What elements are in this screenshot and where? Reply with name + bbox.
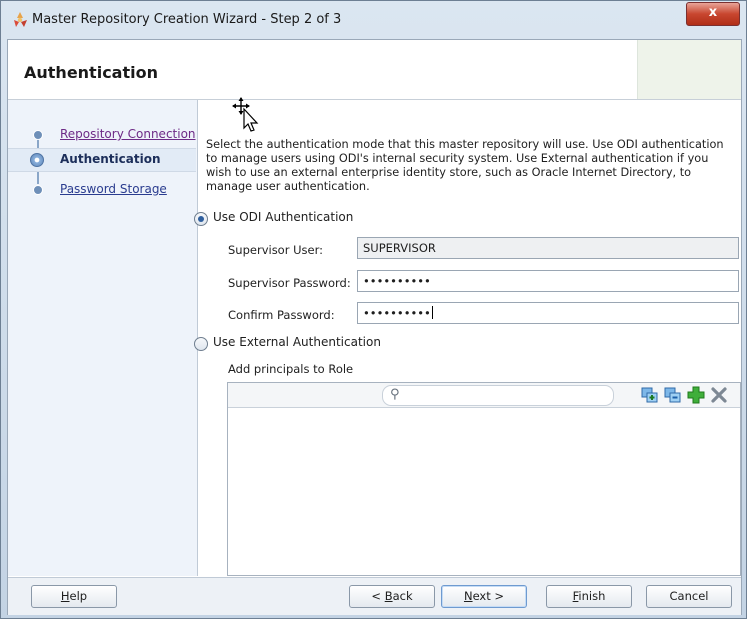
nav-label[interactable]: Password Storage (60, 182, 167, 196)
principals-toolbar: ⚲ (228, 383, 740, 408)
mnemonic-underline: F (572, 589, 579, 603)
nav-item-repository-connection[interactable]: Repository Connection (8, 124, 196, 146)
nav-label: Authentication (60, 152, 161, 166)
supervisor-password-label: Supervisor Password: (228, 276, 351, 290)
supervisor-user-field[interactable]: SUPERVISOR (357, 237, 739, 259)
finish-button-label: Finish (572, 589, 606, 603)
external-auth-label[interactable]: Use External Authentication (213, 335, 381, 349)
delete-icon[interactable] (710, 386, 728, 404)
wizard-window: Master Repository Creation Wizard - Step… (0, 0, 747, 619)
principals-table[interactable]: ⚲ (227, 382, 741, 576)
next-button[interactable]: Next > (441, 585, 527, 608)
supervisor-user-label: Supervisor User: (228, 243, 323, 257)
nav-item-password-storage[interactable]: Password Storage (8, 179, 196, 201)
remove-principal-icon[interactable] (664, 386, 682, 404)
mnemonic-underline: H (60, 589, 70, 603)
help-button[interactable]: Help (31, 585, 117, 608)
odi-auth-radio[interactable] (194, 212, 208, 226)
move-cursor-icon (232, 97, 259, 132)
window-title: Master Repository Creation Wizard - Step… (32, 12, 342, 27)
cancel-button[interactable]: Cancel (646, 585, 732, 608)
external-auth-radio[interactable] (194, 337, 208, 351)
wizard-footer: Help < Back Next > Finish Cancel (8, 577, 741, 615)
help-button-label: Help (60, 589, 88, 603)
cancel-button-label: Cancel (669, 589, 709, 603)
page-header: Authentication (8, 40, 741, 100)
principals-label: Add principals to Role (228, 362, 354, 376)
step-dot-icon (33, 185, 43, 195)
wizard-content: Authentication Repository Connection Aut… (7, 39, 742, 615)
auth-description: Select the authentication mode that this… (206, 138, 724, 193)
nav-item-authentication[interactable]: Authentication (8, 148, 196, 172)
add-principal-icon[interactable] (641, 386, 659, 404)
page-title: Authentication (24, 63, 158, 82)
mnemonic-underline: N (463, 589, 473, 603)
confirm-password-value: •••••••••• (363, 306, 431, 320)
next-button-label: Next > (463, 589, 505, 603)
odi-auth-label[interactable]: Use ODI Authentication (213, 210, 353, 224)
back-button[interactable]: < Back (349, 585, 435, 608)
confirm-password-field[interactable]: •••••••••• (357, 302, 739, 324)
text-caret (431, 306, 433, 319)
current-step-icon (30, 153, 44, 167)
search-icon: ⚲ (390, 387, 400, 402)
nav-label[interactable]: Repository Connection (60, 127, 196, 141)
principals-search-input[interactable]: ⚲ (382, 385, 614, 406)
header-banner (637, 40, 741, 99)
title-bar: Master Repository Creation Wizard - Step… (1, 1, 746, 39)
confirm-password-label: Confirm Password: (228, 308, 335, 322)
wizard-steps-nav: Repository Connection Authentication Pas… (8, 100, 198, 576)
step-dot-icon (33, 130, 43, 140)
finish-button[interactable]: Finish (546, 585, 632, 608)
add-icon[interactable] (687, 386, 705, 404)
mnemonic-underline: B (384, 589, 393, 603)
back-button-label: < Back (371, 589, 413, 603)
odi-app-icon (14, 12, 27, 27)
close-button[interactable]: x (686, 2, 740, 26)
supervisor-password-field[interactable]: •••••••••• (357, 270, 739, 292)
